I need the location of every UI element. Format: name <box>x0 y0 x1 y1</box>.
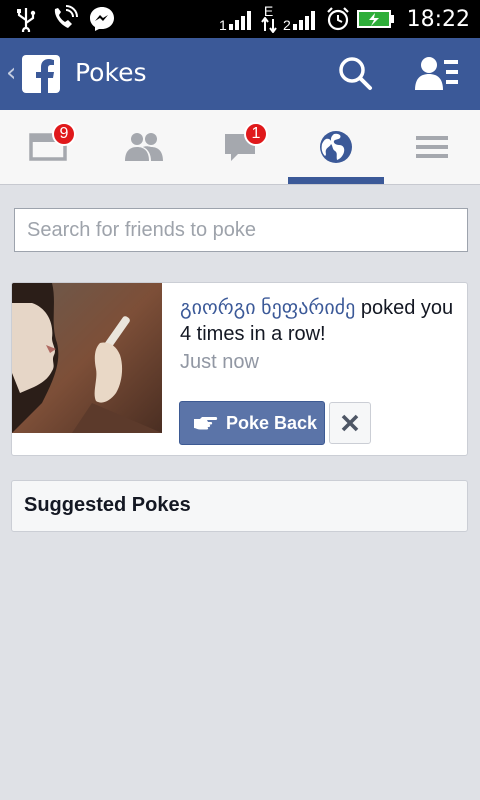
tab-messages[interactable]: 1 <box>192 110 288 184</box>
search-box <box>14 208 468 252</box>
facebook-logo-icon[interactable] <box>22 55 60 93</box>
battery-charging-icon <box>356 10 394 28</box>
status-bar: 1 E 2 18:22 <box>0 0 480 38</box>
search-input[interactable] <box>15 209 467 251</box>
suggested-pokes-heading: Suggested Pokes <box>24 494 191 516</box>
dismiss-button[interactable] <box>329 402 371 444</box>
messages-badge: 1 <box>244 122 268 146</box>
alarm-icon <box>326 7 349 31</box>
poker-name-link[interactable]: გიორგი ნეფარიძე <box>180 297 355 319</box>
friend-requests-icon <box>415 57 458 90</box>
search-icon <box>339 57 372 90</box>
profile-photo[interactable] <box>12 283 162 433</box>
messenger-icon <box>88 5 116 33</box>
tab-news-feed[interactable]: 9 <box>0 110 96 184</box>
tab-more[interactable] <box>384 110 480 184</box>
poke-message: გიორგი ნეფარიძე poked you 4 times in a r… <box>180 295 460 375</box>
page-title: Pokes <box>75 58 147 87</box>
poke-back-button[interactable]: Poke Back <box>179 401 325 445</box>
search-button[interactable] <box>336 54 376 94</box>
menu-icon <box>416 136 448 158</box>
globe-icon <box>320 131 352 163</box>
suggested-pokes-section[interactable]: Suggested Pokes <box>11 480 468 532</box>
app-header: ‹ Pokes <box>0 38 480 110</box>
news-feed-badge: 9 <box>52 122 76 146</box>
missed-call-icon <box>50 5 78 33</box>
tab-friends[interactable] <box>96 110 192 184</box>
poke-back-label: Poke Back <box>226 412 318 433</box>
friend-requests-button[interactable] <box>412 54 462 94</box>
poke-card: გიორგი ნეფარიძე poked you 4 times in a r… <box>11 282 468 456</box>
svg-text:1: 1 <box>219 17 227 32</box>
poke-timestamp: Just now <box>180 351 259 373</box>
poke-hand-icon <box>194 417 218 430</box>
sim2-signal-icon: 2 <box>283 11 315 32</box>
close-icon <box>341 414 359 432</box>
clock: 18:22 <box>406 6 470 32</box>
sim1-signal-icon: 1 <box>219 11 251 32</box>
data-arrows-icon: E <box>260 3 277 33</box>
network-type-label: E <box>263 3 274 19</box>
usb-icon <box>12 5 40 33</box>
svg-text:2: 2 <box>283 17 291 32</box>
friends-icon <box>125 133 163 161</box>
nav-tabs: 9 1 <box>0 110 480 185</box>
back-chevron-icon[interactable]: ‹ <box>6 60 16 86</box>
tab-notifications[interactable] <box>288 110 384 184</box>
